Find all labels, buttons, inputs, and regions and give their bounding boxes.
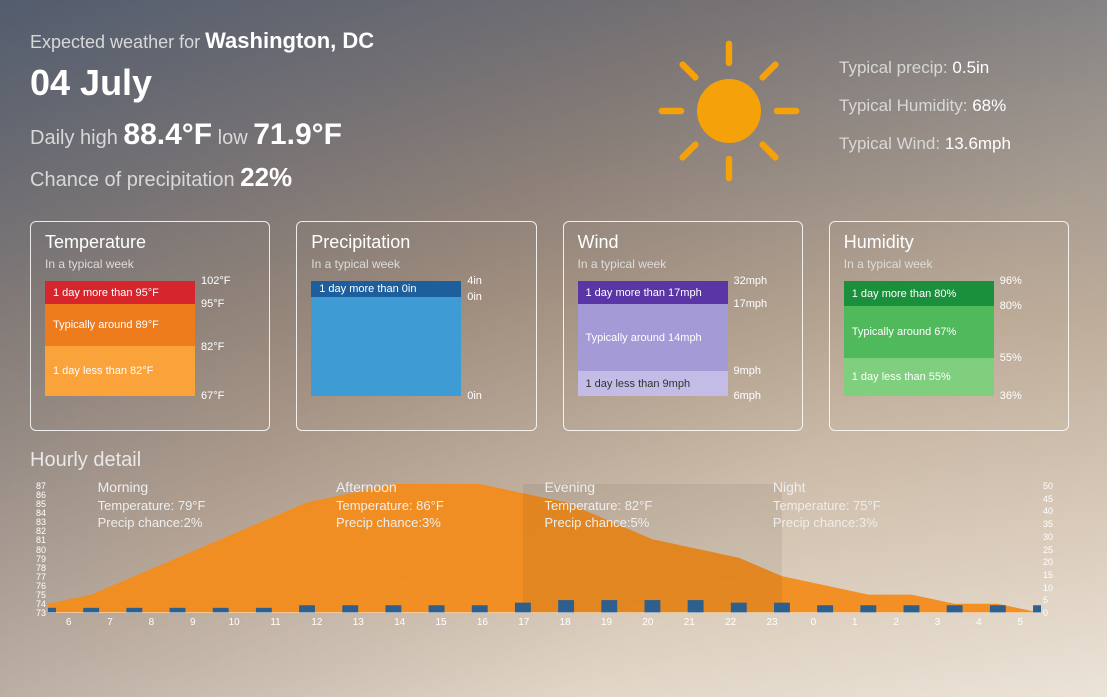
tick: 4in bbox=[467, 275, 482, 287]
period-evening: Evening bbox=[545, 478, 653, 497]
low-label: low bbox=[218, 127, 254, 149]
period-afternoon: Afternoon bbox=[336, 478, 444, 497]
typ-wind-value: 13.6mph bbox=[945, 134, 1011, 153]
period-precip: Precip chance:3% bbox=[773, 514, 881, 532]
period-precip: Precip chance:2% bbox=[98, 514, 206, 532]
tick: 0in bbox=[467, 291, 482, 303]
tick: 55% bbox=[1000, 352, 1022, 364]
period-night: Night bbox=[773, 478, 881, 497]
typ-precip-label: Typical precip: bbox=[839, 58, 952, 77]
range-high: 1 day more than 17mph bbox=[578, 281, 728, 304]
tick: 0in bbox=[467, 390, 482, 402]
range-high: 1 day more than 80% bbox=[844, 281, 994, 306]
card-subtitle: In a typical week bbox=[311, 257, 521, 271]
range-low: 1 day less than 82°F bbox=[45, 346, 195, 396]
card-title: Humidity bbox=[844, 232, 1054, 253]
tick: 95°F bbox=[201, 298, 224, 310]
tick: 67°F bbox=[201, 390, 224, 402]
location: Washington, DC bbox=[205, 28, 374, 53]
low-value: 71.9°F bbox=[253, 118, 342, 151]
card-subtitle: In a typical week bbox=[578, 257, 788, 271]
period-temp: Temperature: 86°F bbox=[336, 497, 444, 515]
period-temp: Temperature: 82°F bbox=[545, 497, 653, 515]
tick: 6mph bbox=[734, 390, 762, 402]
precip-chance-label: Chance of precipitation bbox=[30, 169, 240, 191]
range-high: 1 day more than 0in bbox=[311, 281, 461, 297]
range-typical: Typically around 67% bbox=[844, 306, 994, 358]
tick: 17mph bbox=[734, 298, 768, 310]
tick: 82°F bbox=[201, 341, 224, 353]
sun-icon bbox=[619, 28, 839, 193]
card-subtitle: In a typical week bbox=[844, 257, 1054, 271]
card-title: Precipitation bbox=[311, 232, 521, 253]
period-precip: Precip chance:3% bbox=[336, 514, 444, 532]
card-subtitle: In a typical week bbox=[45, 257, 255, 271]
high-label: Daily high bbox=[30, 127, 123, 149]
precip-chance-value: 22% bbox=[240, 162, 292, 192]
range-typical: Typically around 89°F bbox=[45, 304, 195, 346]
typ-precip-value: 0.5in bbox=[952, 58, 989, 77]
card-temperature: Temperature In a typical week 1 day more… bbox=[30, 221, 270, 431]
period-precip: Precip chance:5% bbox=[545, 514, 653, 532]
typ-humidity-value: 68% bbox=[972, 96, 1006, 115]
high-value: 88.4°F bbox=[123, 118, 212, 151]
header: Expected weather for Washington, DC 04 J… bbox=[30, 28, 1069, 193]
header-prefix: Expected weather for bbox=[30, 32, 205, 52]
period-temp: Temperature: 75°F bbox=[773, 497, 881, 515]
card-title: Wind bbox=[578, 232, 788, 253]
hourly-title: Hourly detail bbox=[30, 449, 1069, 472]
period-morning: Morning bbox=[98, 478, 206, 497]
card-title: Temperature bbox=[45, 232, 255, 253]
card-wind: Wind In a typical week 1 day more than 1… bbox=[563, 221, 803, 431]
tick: 32mph bbox=[734, 275, 768, 287]
typ-humidity-label: Typical Humidity: bbox=[839, 96, 972, 115]
range-body bbox=[311, 297, 461, 396]
tick: 96% bbox=[1000, 275, 1022, 287]
tick: 9mph bbox=[734, 365, 762, 377]
date: 04 July bbox=[30, 62, 619, 104]
hourly-section: Hourly detail 87868584838281807978777675… bbox=[30, 449, 1069, 633]
typ-wind-label: Typical Wind: bbox=[839, 134, 945, 153]
range-typical: Typically around 14mph bbox=[578, 304, 728, 371]
period-temp: Temperature: 79°F bbox=[98, 497, 206, 515]
card-humidity: Humidity In a typical week 1 day more th… bbox=[829, 221, 1069, 431]
typical-stats: Typical precip: 0.5in Typical Humidity: … bbox=[839, 28, 1069, 193]
tick: 80% bbox=[1000, 300, 1022, 312]
range-high: 1 day more than 95°F bbox=[45, 281, 195, 304]
tick: 36% bbox=[1000, 390, 1022, 402]
tick: 102°F bbox=[201, 275, 230, 287]
range-low: 1 day less than 55% bbox=[844, 358, 994, 396]
range-low: 1 day less than 9mph bbox=[578, 371, 728, 396]
card-precipitation: Precipitation In a typical week 1 day mo… bbox=[296, 221, 536, 431]
hourly-chart: 878685848382818079787776757473 504540353… bbox=[48, 478, 1041, 633]
